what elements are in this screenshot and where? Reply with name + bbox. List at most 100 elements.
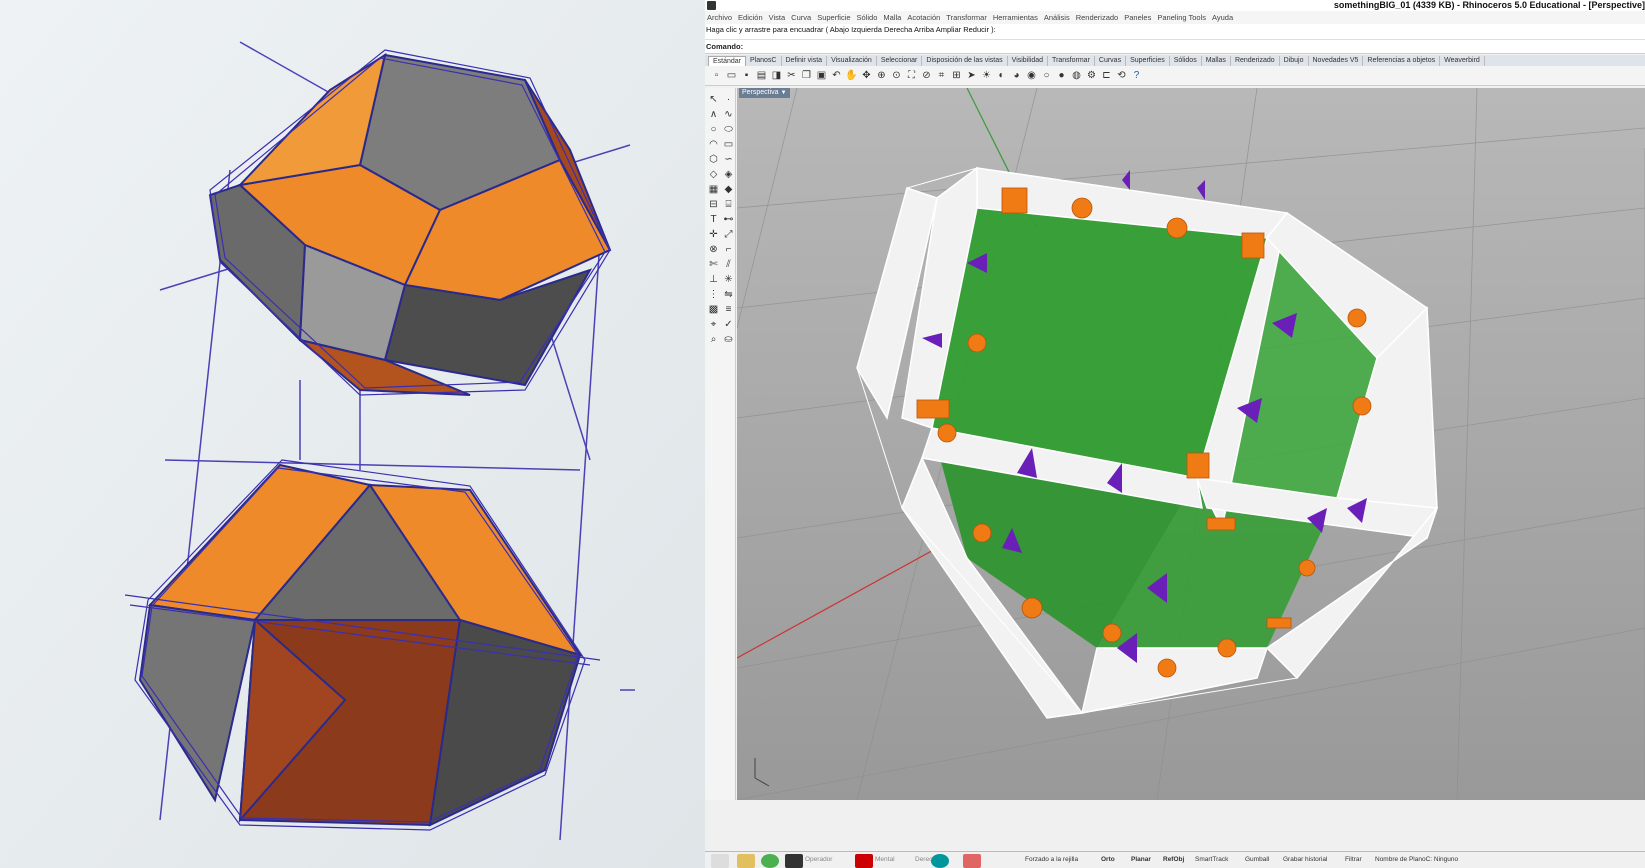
perspective-viewport[interactable]: Perspectiva ▼	[737, 88, 1645, 800]
dimension-side-icon[interactable]: ⊷	[722, 212, 735, 227]
tab-referencias-objetos[interactable]: Referencias a objetos	[1363, 56, 1441, 66]
menu-malla[interactable]: Malla	[881, 13, 905, 22]
status-filter[interactable]: Filtrar	[1345, 856, 1362, 863]
point-icon[interactable]: ·	[722, 92, 735, 107]
arduino-icon[interactable]	[931, 854, 949, 868]
save-icon[interactable]: ▪	[740, 69, 753, 82]
lights-icon[interactable]: ☀	[980, 69, 993, 82]
menu-renderizado[interactable]: Renderizado	[1074, 13, 1123, 22]
zoom-extents-icon[interactable]: ⛶	[905, 69, 918, 82]
freeform-icon[interactable]: ∽	[722, 152, 735, 167]
check-icon[interactable]: ✓	[722, 317, 735, 332]
named-views-icon[interactable]: ⊞	[950, 69, 963, 82]
print-icon[interactable]: ▤	[755, 69, 768, 82]
status-record-history[interactable]: Grabar historial	[1283, 856, 1327, 863]
tab-dibujo[interactable]: Dibujo	[1280, 56, 1309, 66]
menu-superficie[interactable]: Superficie	[815, 13, 854, 22]
tab-superficies[interactable]: Superficies	[1126, 56, 1170, 66]
start-icon[interactable]	[711, 854, 729, 868]
tab-definir-vista[interactable]: Definir vista	[782, 56, 828, 66]
ghosted-icon[interactable]: ○	[1040, 69, 1053, 82]
join-icon[interactable]: ⊥	[707, 272, 720, 287]
split-icon[interactable]: ⫽	[722, 257, 735, 272]
menu-solido[interactable]: Sólido	[855, 13, 882, 22]
copy-icon[interactable]: ❐	[800, 69, 813, 82]
move-icon[interactable]: ✛	[707, 227, 720, 242]
viewport-menu-caret-icon[interactable]: ▼	[781, 88, 787, 98]
sphere-icon[interactable]: ◍	[1070, 69, 1083, 82]
menu-curva[interactable]: Curva	[789, 13, 815, 22]
rhino-icon[interactable]	[785, 854, 803, 868]
fillet-icon[interactable]: ⌐	[722, 242, 735, 257]
tab-novedades-v5[interactable]: Novedades V5	[1309, 56, 1364, 66]
zoom-in-icon[interactable]: ⊕	[875, 69, 888, 82]
polygon-icon[interactable]: ⬡	[707, 152, 720, 167]
scale-icon[interactable]: ⤢	[722, 227, 735, 242]
command-input[interactable]	[743, 42, 1633, 52]
surface-icon[interactable]: ◇	[707, 167, 720, 182]
pan-icon[interactable]: ✋	[845, 69, 858, 82]
grid-array-icon[interactable]: ▩	[707, 302, 720, 317]
menu-paneling-tools[interactable]: Paneling Tools	[1155, 13, 1210, 22]
tab-visualizacion[interactable]: Visualización	[827, 56, 877, 66]
solid-icon[interactable]: ◆	[722, 182, 735, 197]
history-icon[interactable]: ⟲	[1115, 69, 1128, 82]
zoom-window-icon[interactable]: ⊙	[890, 69, 903, 82]
xray-icon[interactable]: ●	[1055, 69, 1068, 82]
tab-planosc[interactable]: PlanosC	[746, 56, 782, 66]
chrome-icon[interactable]	[761, 854, 779, 868]
status-planar[interactable]: Planar	[1131, 856, 1151, 863]
dimension-icon[interactable]: ⊏	[1100, 69, 1113, 82]
rectangle-icon[interactable]: ▭	[722, 137, 735, 152]
menu-herramientas[interactable]: Herramientas	[991, 13, 1042, 22]
shade-icon[interactable]: ◐	[995, 69, 1008, 82]
options-icon[interactable]: ⚙	[1085, 69, 1098, 82]
tab-estandar[interactable]: Estándar	[708, 56, 747, 66]
viewport-title[interactable]: Perspectiva ▼	[739, 88, 790, 98]
material-icon[interactable]: ◉	[1025, 69, 1038, 82]
tab-weaverbird[interactable]: Weaverbird	[1440, 56, 1485, 66]
loft-icon[interactable]: ◈	[722, 167, 735, 182]
menu-acotacion[interactable]: Acotación	[905, 13, 944, 22]
select-icon[interactable]: ➤	[965, 69, 978, 82]
open-file-icon[interactable]: ▭	[725, 69, 738, 82]
help-icon[interactable]: ?	[1130, 69, 1143, 82]
render-icon[interactable]: ◕	[1010, 69, 1023, 82]
mesh-icon[interactable]: ⌸	[722, 197, 735, 212]
menu-analisis[interactable]: Análisis	[1042, 13, 1074, 22]
tab-seleccionar[interactable]: Seleccionar	[877, 56, 923, 66]
snap-icon[interactable]: ⌖	[707, 317, 720, 332]
menu-archivo[interactable]: Archivo	[705, 13, 736, 22]
menu-transformar[interactable]: Transformar	[944, 13, 991, 22]
tab-disposicion-vistas[interactable]: Disposición de las vistas	[922, 56, 1008, 66]
trim-icon[interactable]: ✄	[707, 257, 720, 272]
array-icon[interactable]: ⋮	[707, 287, 720, 302]
tab-curvas[interactable]: Curvas	[1095, 56, 1127, 66]
layers-icon[interactable]: ≡	[722, 302, 735, 317]
undo-icon[interactable]: ↶	[830, 69, 843, 82]
tab-visibilidad[interactable]: Visibilidad	[1008, 56, 1049, 66]
tab-transformar[interactable]: Transformar	[1048, 56, 1095, 66]
arc-icon[interactable]: ◠	[707, 137, 720, 152]
status-osnap[interactable]: RefObj	[1163, 856, 1184, 863]
curve-icon[interactable]: ∿	[722, 107, 735, 122]
text-icon[interactable]: T	[707, 212, 720, 227]
viewport-canvas[interactable]	[737, 88, 1645, 800]
tab-mallas[interactable]: Mallas	[1202, 56, 1231, 66]
status-gumball[interactable]: Gumball	[1245, 856, 1269, 863]
explorer-icon[interactable]	[737, 854, 755, 868]
select-arrow-icon[interactable]: ↖	[707, 92, 720, 107]
box-icon[interactable]: ▦	[707, 182, 720, 197]
acrobat-icon[interactable]	[855, 854, 873, 868]
status-ortho[interactable]: Orto	[1101, 856, 1115, 863]
polyline-icon[interactable]: ∧	[707, 107, 720, 122]
mirror-icon[interactable]: ⇋	[722, 287, 735, 302]
tab-renderizado[interactable]: Renderizado	[1231, 56, 1280, 66]
analyze-icon[interactable]: ⌕	[707, 332, 720, 347]
menu-paneles[interactable]: Paneles	[1122, 13, 1155, 22]
status-smarttrack[interactable]: SmartTrack	[1195, 856, 1228, 863]
menu-edicion[interactable]: Edición	[736, 13, 767, 22]
paste-icon[interactable]: ▣	[815, 69, 828, 82]
ellipse-icon[interactable]: ⬭	[722, 122, 735, 137]
circle-icon[interactable]: ○	[707, 122, 720, 137]
